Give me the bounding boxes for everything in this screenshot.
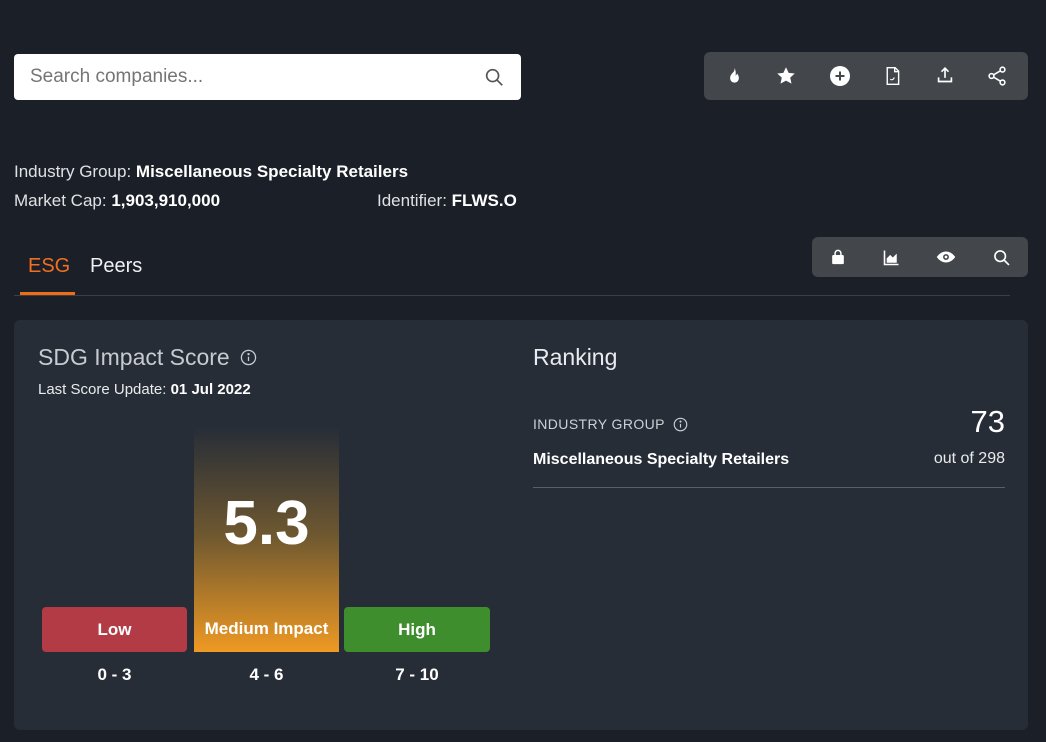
medium-impact-label: Medium Impact — [205, 619, 329, 639]
info-icon[interactable] — [673, 417, 688, 432]
watch-button[interactable] — [934, 246, 958, 268]
star-button[interactable] — [775, 65, 797, 87]
market-cap-value: 1,903,910,000 — [111, 191, 220, 210]
tab-peers[interactable]: Peers — [90, 255, 142, 278]
bag-icon — [828, 247, 848, 268]
company-search-bar — [14, 54, 521, 100]
rank-value: 73 — [971, 404, 1005, 440]
share-icon — [986, 65, 1008, 87]
tab-divider — [14, 295, 1010, 296]
market-cap-label: Market Cap: — [14, 191, 107, 210]
upload-button[interactable] — [934, 65, 956, 87]
sdg-score-value: 5.3 — [223, 488, 309, 559]
industry-group-rank-label-text: INDUSTRY GROUP — [533, 416, 665, 432]
pdf-icon — [882, 65, 903, 87]
industry-group-value: Miscellaneous Specialty Retailers — [136, 162, 408, 181]
rank-out-of: out of 298 — [934, 450, 1005, 468]
search-button[interactable] — [991, 247, 1012, 268]
view-toolbar — [812, 237, 1028, 277]
flame-icon — [724, 66, 745, 87]
chart-button[interactable] — [881, 247, 902, 268]
low-range: 0 - 3 — [42, 665, 187, 685]
sdg-score-title-text: SDG Impact Score — [38, 344, 230, 371]
actions-toolbar — [704, 52, 1028, 100]
last-score-update: Last Score Update: 01 Jul 2022 — [38, 381, 251, 398]
add-button[interactable] — [828, 64, 852, 88]
high-range: 7 - 10 — [344, 665, 490, 685]
portfolio-bag-button[interactable] — [828, 247, 848, 268]
sdg-score-title: SDG Impact Score — [38, 344, 257, 371]
flame-button[interactable] — [724, 66, 745, 87]
star-icon — [775, 65, 797, 87]
area-chart-icon — [881, 247, 902, 268]
ranking-group-name: Miscellaneous Specialty Retailers — [533, 451, 789, 469]
identifier-line: Identifier: FLWS.O — [377, 191, 517, 211]
plus-circle-icon — [828, 64, 852, 88]
high-impact-label: High — [344, 607, 490, 652]
info-icon[interactable] — [240, 349, 257, 366]
ranking-title: Ranking — [533, 344, 617, 371]
industry-group-rank-label: INDUSTRY GROUP — [533, 416, 688, 432]
identifier-label: Identifier: — [377, 191, 447, 210]
ranking-divider — [533, 487, 1005, 488]
medium-range: 4 - 6 — [194, 665, 339, 685]
search-icon[interactable] — [483, 66, 505, 88]
last-score-update-label: Last Score Update: — [38, 381, 166, 398]
pdf-export-button[interactable] — [882, 65, 903, 87]
tab-esg[interactable]: ESG — [28, 255, 70, 278]
search-input[interactable] — [14, 66, 483, 88]
medium-impact-gauge: 5.3 Medium Impact — [194, 428, 339, 652]
share-button[interactable] — [986, 65, 1008, 87]
industry-group-label: Industry Group: — [14, 162, 131, 181]
industry-group-line: Industry Group: Miscellaneous Specialty … — [14, 162, 408, 182]
low-impact-label: Low — [42, 607, 187, 652]
market-cap-line: Market Cap: 1,903,910,000 — [14, 191, 220, 211]
search-icon — [991, 247, 1012, 268]
eye-icon — [934, 246, 958, 268]
upload-icon — [934, 65, 956, 87]
sdg-impact-card: SDG Impact Score Last Score Update: 01 J… — [14, 320, 1028, 730]
last-score-update-value: 01 Jul 2022 — [171, 381, 251, 398]
identifier-value: FLWS.O — [452, 191, 517, 210]
